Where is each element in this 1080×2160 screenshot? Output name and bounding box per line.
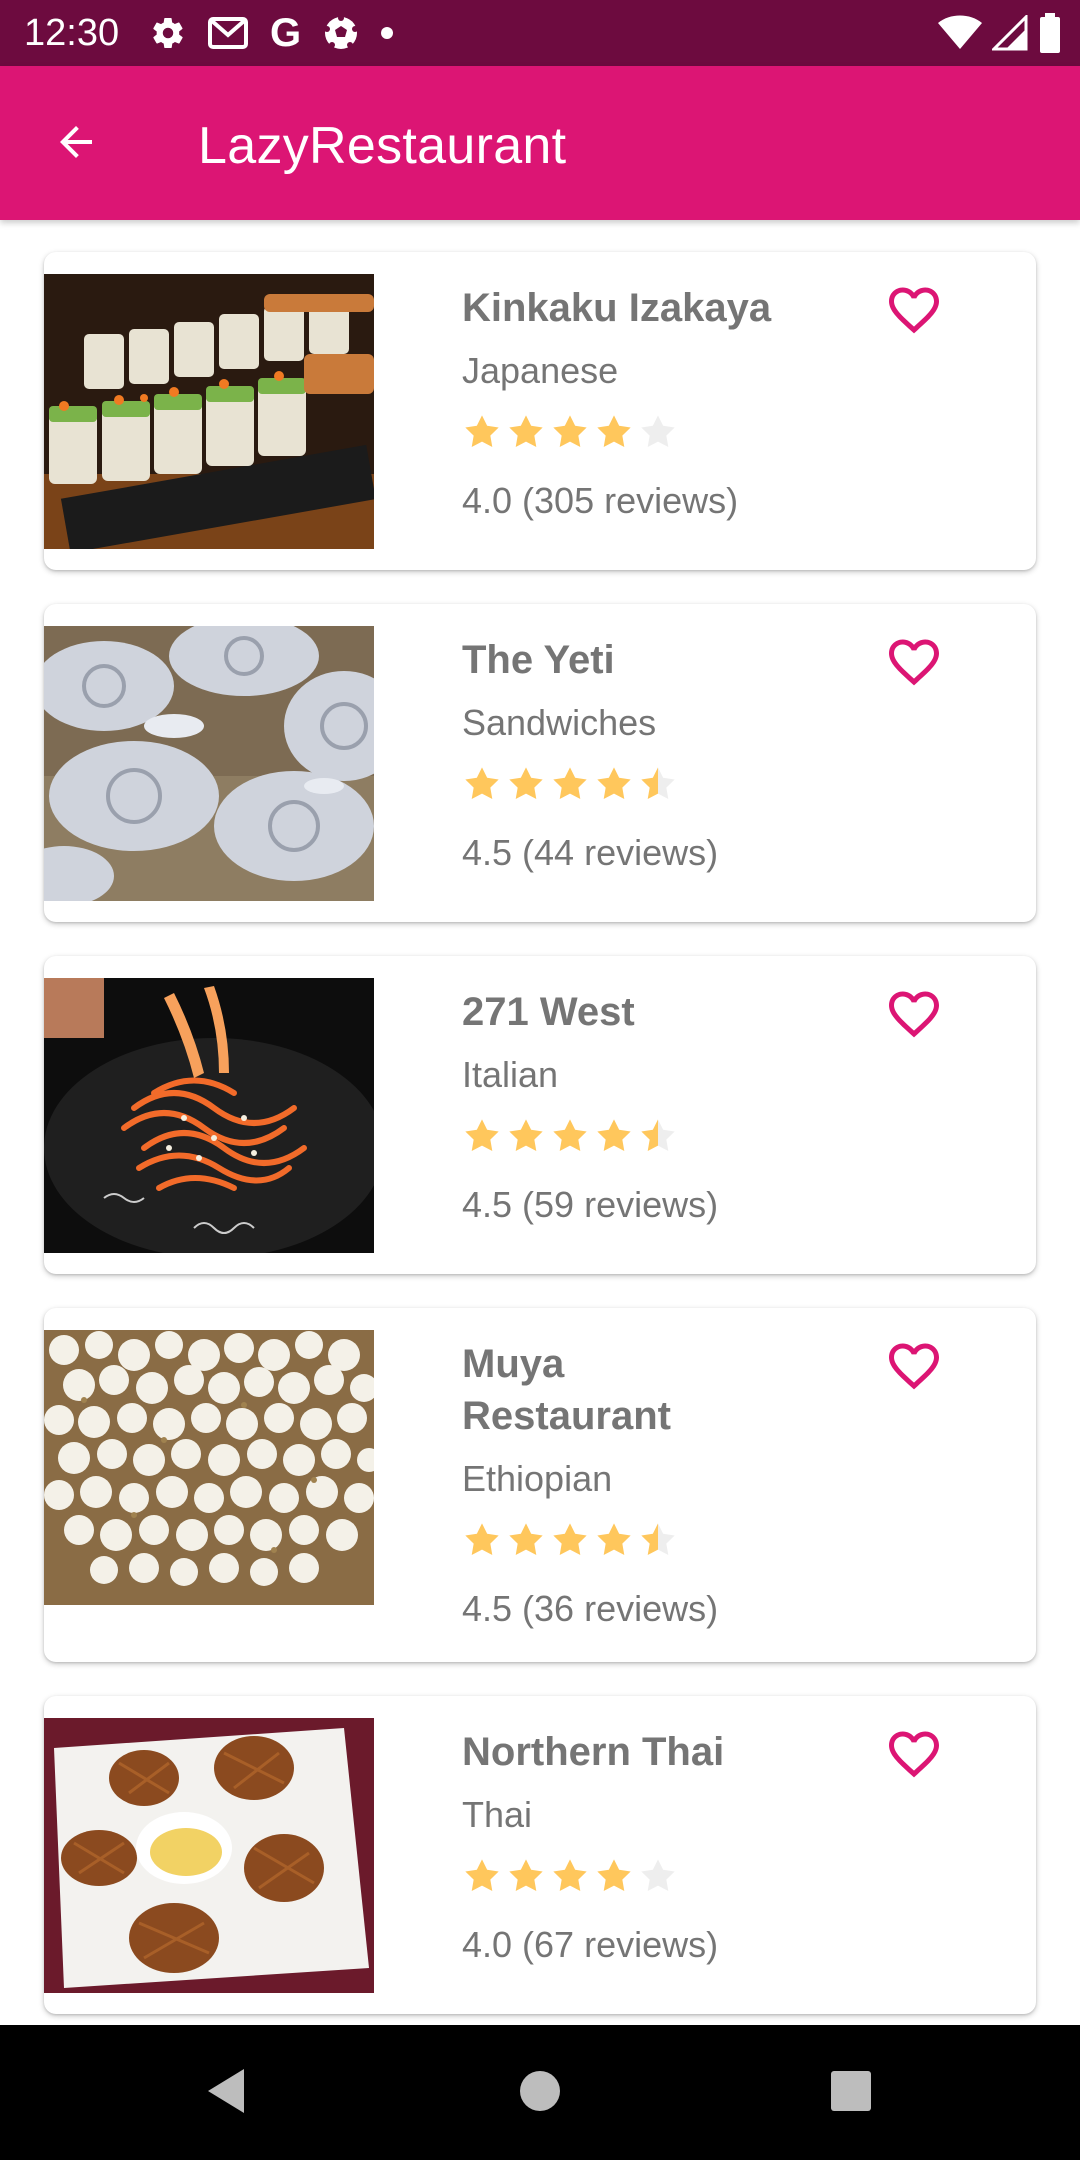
back-button[interactable] (44, 112, 108, 176)
star-half-icon (638, 764, 678, 804)
star-filled-icon (462, 412, 502, 452)
heart-outline-icon (884, 984, 944, 1049)
restaurant-cuisine: Ethiopian (462, 1458, 613, 1499)
star-filled-icon (594, 412, 634, 452)
nav-home-button[interactable] (500, 2053, 580, 2133)
app-bar: LazyRestaurant (0, 66, 1080, 220)
gear-icon (150, 15, 186, 51)
restaurant-card[interactable]: Kinkaku Izakaya Japanese 4.0 (305 review… (44, 252, 1036, 570)
status-bar: 12:30 G (0, 0, 1080, 66)
favorite-button[interactable] (882, 984, 946, 1048)
star-filled-icon (506, 764, 546, 804)
heart-outline-icon (884, 280, 944, 345)
rating-stars (462, 1116, 678, 1156)
favorite-button[interactable] (882, 1336, 946, 1400)
star-empty-icon (638, 1856, 678, 1896)
rating-reviews: 4.0 (305 reviews) (462, 480, 739, 521)
restaurant-image-fried-shrimp (44, 1718, 374, 1993)
notification-dot-icon (381, 27, 394, 39)
star-filled-icon (550, 1520, 590, 1560)
arrow-back-icon (52, 118, 100, 171)
star-filled-icon (594, 1520, 634, 1560)
restaurant-image-cinnamon-rolls (44, 626, 374, 901)
status-icons-right (938, 12, 1062, 54)
nav-back-button[interactable] (186, 2053, 266, 2133)
signal-icon (992, 15, 1028, 51)
favorite-button[interactable] (882, 1724, 946, 1788)
rating-reviews: 4.5 (44 reviews) (462, 832, 719, 873)
gmail-icon (208, 17, 248, 49)
wifi-icon (938, 15, 982, 51)
heart-outline-icon (884, 632, 944, 697)
star-filled-icon (550, 764, 590, 804)
star-filled-icon (594, 764, 634, 804)
star-filled-icon (550, 1116, 590, 1156)
star-half-icon (638, 1520, 678, 1560)
nav-recents-button[interactable] (811, 2053, 891, 2133)
system-nav-bar (0, 2025, 1080, 2160)
rating-reviews: 4.5 (59 reviews) (462, 1184, 719, 1225)
app-title: LazyRestaurant (198, 117, 567, 175)
heart-outline-icon (884, 1336, 944, 1401)
google-icon: G (270, 11, 302, 55)
status-icons-left: G (150, 11, 394, 55)
star-filled-icon (506, 1116, 546, 1156)
star-filled-icon (462, 1520, 502, 1560)
star-half-icon (638, 1116, 678, 1156)
star-filled-icon (506, 1856, 546, 1896)
restaurant-card[interactable]: The Yeti Sandwiches 4.5 (44 reviews) (44, 604, 1036, 922)
star-filled-icon (462, 1856, 502, 1896)
rating-reviews: 4.5 (36 reviews) (462, 1588, 719, 1629)
restaurant-card[interactable]: Northern Thai Thai 4.0 (67 reviews) (44, 1696, 1036, 2014)
star-filled-icon (550, 412, 590, 452)
restaurant-card[interactable]: Muya Restaurant Ethiopian 4.5 (36 review… (44, 1308, 1036, 1662)
rating-stars (462, 412, 678, 452)
star-filled-icon (462, 764, 502, 804)
rating-reviews: 4.0 (67 reviews) (462, 1924, 719, 1965)
restaurant-card[interactable]: 271 West Italian 4.5 (59 reviews) (44, 956, 1036, 1274)
restaurant-cuisine: Japanese (462, 350, 619, 391)
restaurant-name: The Yeti (462, 638, 615, 682)
heart-outline-icon (884, 1724, 944, 1789)
star-filled-icon (506, 412, 546, 452)
star-empty-icon (638, 412, 678, 452)
restaurant-name: 271 West (462, 990, 635, 1034)
star-filled-icon (506, 1520, 546, 1560)
star-filled-icon (550, 1856, 590, 1896)
home-circle-icon (518, 2069, 562, 2118)
restaurant-cuisine: Italian (462, 1054, 559, 1095)
favorite-button[interactable] (882, 632, 946, 696)
restaurant-name: Northern Thai (462, 1730, 725, 1774)
rating-stars (462, 1856, 678, 1896)
recents-square-icon (829, 2069, 873, 2118)
restaurant-name: Muya Restaurant (462, 1342, 671, 1438)
rating-stars (462, 1520, 678, 1560)
status-time: 12:30 (24, 12, 120, 54)
rating-stars (462, 764, 678, 804)
restaurant-image-sushi (44, 274, 374, 549)
star-filled-icon (594, 1116, 634, 1156)
restaurant-cuisine: Thai (462, 1794, 533, 1835)
star-filled-icon (594, 1856, 634, 1896)
restaurant-image-popcorn (44, 1330, 374, 1605)
soccer-ball-icon (323, 15, 359, 51)
restaurant-list[interactable]: Kinkaku Izakaya Japanese 4.0 (305 review… (0, 220, 1080, 2025)
restaurant-cuisine: Sandwiches (462, 702, 657, 743)
back-triangle-icon (204, 2067, 248, 2120)
restaurant-name: Kinkaku Izakaya (462, 286, 772, 330)
restaurant-image-pasta (44, 978, 374, 1253)
battery-icon (1038, 13, 1062, 53)
star-filled-icon (462, 1116, 502, 1156)
favorite-button[interactable] (882, 280, 946, 344)
